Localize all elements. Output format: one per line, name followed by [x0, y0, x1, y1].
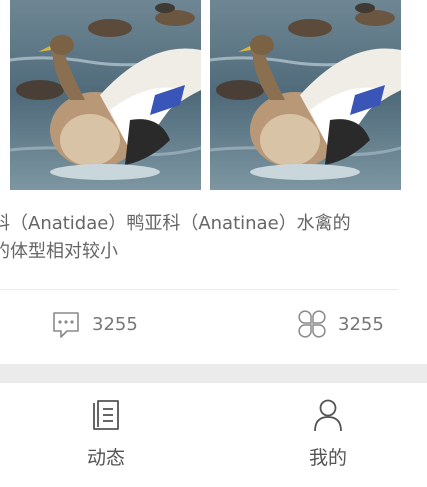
user-profile-icon — [310, 397, 346, 433]
divider — [0, 289, 398, 290]
app-screen: 科（Anatidae）鸭亚科（Anatinae）水禽的 的体型相对较小 3255… — [0, 0, 427, 487]
like-count: 3255 — [338, 313, 384, 335]
comment-count: 3255 — [92, 313, 138, 335]
tab-mine[interactable]: 我的 — [268, 383, 388, 487]
post-image[interactable] — [210, 0, 401, 190]
tab-dynamics[interactable]: 动态 — [46, 383, 166, 487]
post-image[interactable] — [10, 0, 201, 190]
duck-photo — [10, 0, 201, 190]
tab-label: 我的 — [308, 447, 347, 469]
document-list-icon — [88, 397, 124, 433]
bottom-tab-bar: 动态 我的 — [0, 383, 427, 487]
section-separator — [0, 364, 427, 383]
comment-bubble-icon — [50, 308, 82, 340]
like-button[interactable]: 3255 — [296, 308, 384, 340]
tab-label: 动态 — [86, 447, 125, 469]
post-image-grid — [10, 0, 411, 190]
duck-photo — [210, 0, 401, 190]
post-content-text[interactable]: 科（Anatidae）鸭亚科（Anatinae）水禽的 的体型相对较小 — [0, 210, 412, 266]
clover-icon — [296, 308, 328, 340]
comment-button[interactable]: 3255 — [50, 308, 138, 340]
